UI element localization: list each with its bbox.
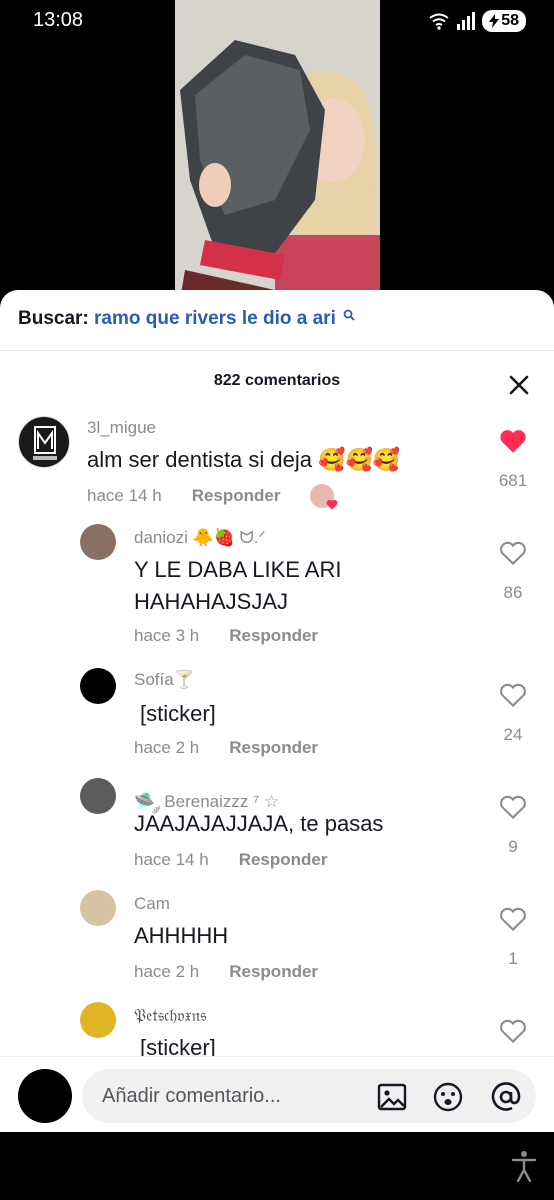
heart-outline-icon[interactable] <box>499 540 527 566</box>
comment-item: 3l_migue alm ser dentista si deja 🥰🥰🥰 ha… <box>0 412 554 512</box>
comment-item: Cam AHHHHH hace 2 h Responder 1 <box>0 890 554 990</box>
like-count: 1 <box>508 949 518 968</box>
comment-time: hace 3 h <box>134 626 200 645</box>
avatar[interactable] <box>80 524 116 560</box>
like-count: 681 <box>498 471 528 490</box>
like-column <box>498 1018 528 1049</box>
comment-text: alm ser dentista si deja 🥰🥰🥰 <box>87 447 401 472</box>
image-icon[interactable] <box>376 1081 408 1113</box>
comment-time: hace 14 h <box>87 486 162 505</box>
heart-outline-icon[interactable] <box>499 682 527 708</box>
comment-meta: hace 14 h Responder <box>87 484 338 510</box>
navigation-bar <box>0 1132 554 1200</box>
close-icon[interactable] <box>508 374 530 396</box>
comment-username[interactable]: Sofía🍸 <box>134 670 195 690</box>
avatar[interactable] <box>80 1002 116 1038</box>
comment-input-placeholder: Añadir comentario... <box>102 1085 281 1107</box>
like-column: 24 <box>498 682 528 745</box>
wifi-icon <box>429 13 449 30</box>
like-column: 681 <box>498 428 528 491</box>
comment-time: hace 2 h <box>134 738 200 757</box>
comment-input-bar: Añadir comentario... <box>0 1056 554 1132</box>
comment-input[interactable]: Añadir comentario... <box>82 1069 536 1123</box>
reply-button[interactable]: Responder <box>229 626 318 646</box>
status-time: 13:08 <box>33 9 84 31</box>
status-icons: 58 <box>428 10 526 32</box>
comment-username[interactable]: daniozi 🐥🍓 ᗢ.ᐟ <box>134 528 266 548</box>
video-thumbnail[interactable] <box>175 0 380 300</box>
comment-meta: hace 3 h Responder <box>134 626 318 646</box>
comment-username[interactable]: Cam <box>134 894 170 914</box>
comment-meta: hace 14 h Responder <box>134 850 327 870</box>
comment-username[interactable]: 3l_migue <box>87 418 156 438</box>
comment-time: hace 2 h <box>134 962 200 981</box>
comment-text: Y LE DABA LIKE ARI <box>134 557 342 582</box>
comment-text: [sticker] <box>140 701 216 726</box>
signal-icon <box>457 12 476 30</box>
avatar[interactable] <box>80 778 116 814</box>
like-count: 24 <box>503 725 523 744</box>
reply-button[interactable]: Responder <box>239 850 328 870</box>
reply-button[interactable]: Responder <box>229 738 318 758</box>
monogram-logo-icon <box>33 426 57 460</box>
comment-meta: hace 2 h Responder <box>134 738 318 758</box>
reply-button[interactable]: Responder <box>229 962 318 982</box>
avatar[interactable] <box>80 668 116 704</box>
heart-outline-icon[interactable] <box>499 906 527 932</box>
charging-bolt-icon <box>489 14 500 28</box>
like-column: 1 <box>498 906 528 969</box>
heart-filled-icon[interactable] <box>499 428 527 454</box>
avatar[interactable] <box>18 416 70 468</box>
mention-icon[interactable] <box>490 1081 522 1113</box>
video-background[interactable] <box>0 0 554 300</box>
avatar[interactable] <box>80 890 116 926</box>
like-column: 9 <box>498 794 528 857</box>
like-column: 86 <box>498 540 528 603</box>
like-count: 86 <box>503 583 523 602</box>
battery-level: 58 <box>501 12 519 29</box>
like-count: 9 <box>508 837 518 856</box>
my-avatar <box>18 1069 72 1123</box>
comment-text: AHHHHH <box>134 923 229 948</box>
accessibility-icon[interactable] <box>510 1150 538 1182</box>
comment-time: hace 14 h <box>134 850 209 869</box>
comment-text: JAAJAJAJJAJA, te pasas <box>134 811 384 836</box>
creator-liked-badge <box>310 484 338 510</box>
search-query-link[interactable]: ramo que rivers le dio a ari <box>94 308 336 329</box>
emoji-icon[interactable] <box>432 1081 464 1113</box>
heart-icon <box>327 499 338 510</box>
comment-item: Sofía🍸 [sticker] hace 2 h Responder 24 <box>0 666 554 766</box>
comment-item: daniozi 🐥🍓 ᗢ.ᐟ Y LE DABA LIKE ARI HAHAHA… <box>0 524 554 654</box>
heart-outline-icon[interactable] <box>499 1018 527 1044</box>
battery-indicator: 58 <box>482 10 526 32</box>
comment-text: [sticker] <box>140 1035 216 1058</box>
video-image <box>175 0 380 300</box>
comment-username[interactable]: 𝔓𝔢𝔱𝔰𝔠𝔥𝔳𝔵𝔫𝔰 <box>134 1006 207 1026</box>
comment-item: 🛸 ༘ Berenaizzz ⁷ ☆ JAAJAJAJJAJA, te pasa… <box>0 778 554 878</box>
reply-button[interactable]: Responder <box>192 486 281 506</box>
heart-outline-icon[interactable] <box>499 794 527 820</box>
search-suggestion[interactable]: Buscar: ramo que rivers le dio a ari <box>18 308 355 330</box>
comment-meta: hace 2 h Responder <box>134 962 318 982</box>
comments-sheet: Buscar: ramo que rivers le dio a ari 822… <box>0 290 554 1132</box>
status-bar: 13:08 58 <box>0 0 554 40</box>
comments-count: 822 comentarios <box>213 372 341 389</box>
search-label: Buscar: <box>18 308 89 329</box>
divider <box>0 350 554 351</box>
comment-text: HAHAHAJSJAJ <box>134 589 289 614</box>
comment-item: 𝔓𝔢𝔱𝔰𝔠𝔥𝔳𝔵𝔫𝔰 [sticker] <box>0 1002 554 1058</box>
search-icon <box>343 309 355 321</box>
